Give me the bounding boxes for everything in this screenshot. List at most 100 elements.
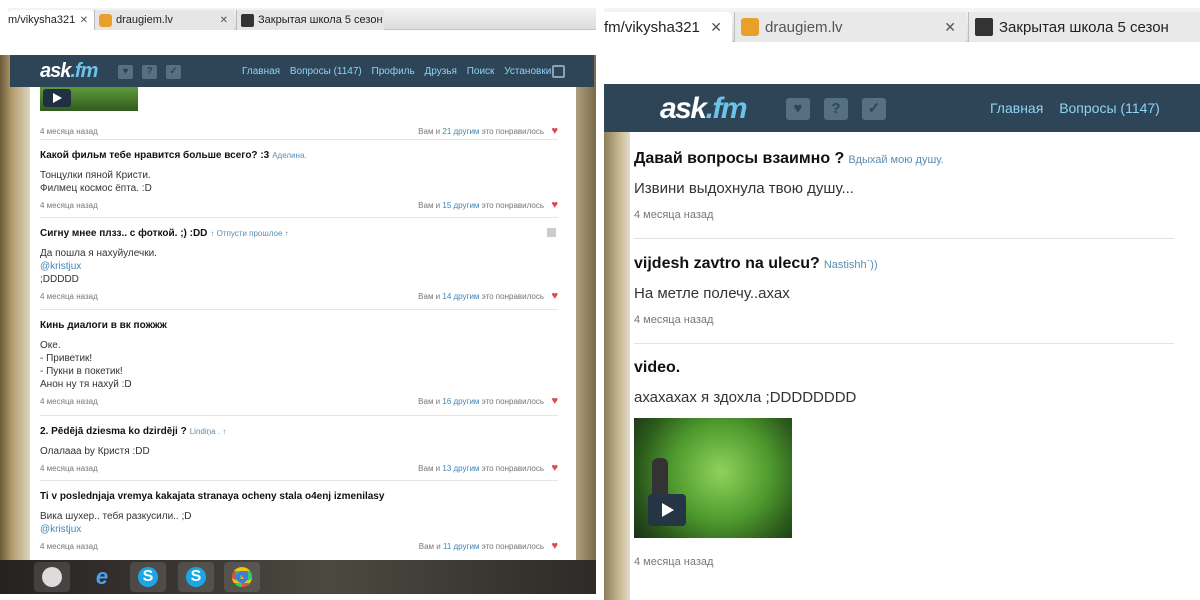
mention-link[interactable]: @kristjux (40, 523, 558, 536)
logout-icon[interactable] (552, 65, 565, 78)
question-text: vijdesh zavtro na ulecu? Nastishh`)) (634, 255, 878, 272)
play-icon[interactable] (648, 494, 686, 526)
nav-settings[interactable]: Установки (504, 66, 551, 77)
timestamp: 4 месяца назад (40, 201, 98, 210)
askfm-header: ask.fm ♥ ? ✓ Главная Вопросы (1147) Проф… (10, 55, 594, 87)
list-item: Сигну мнее плзз.. с фоткой. ;) :DD ↑ Отпу… (40, 228, 558, 304)
answer-meta: 4 месяца назад Вам и 14 другим это понра… (40, 291, 558, 304)
asker-link[interactable]: Lindiņa . ↑ (190, 427, 226, 436)
browser-tab-draugiem[interactable]: draugiem.lv ✕ (734, 12, 966, 42)
likes-link[interactable]: 16 другим (442, 397, 479, 406)
taskbar-button[interactable] (224, 562, 260, 592)
askfm-logo[interactable]: ask.fm (40, 60, 98, 83)
asker-link[interactable]: Nastishh`)) (824, 259, 878, 271)
internet-explorer-icon: e (95, 564, 109, 589)
divider (40, 309, 558, 310)
likes-text: Вам и 11 другим это понравилось (418, 542, 544, 551)
close-tab-icon[interactable]: ✕ (710, 19, 732, 36)
check-icon[interactable]: ✓ (166, 65, 181, 79)
chrome-icon (232, 567, 252, 587)
likes-text: Вам и 15 другим это понравилось (418, 201, 544, 210)
tab-title: m/vikysha321 (8, 14, 76, 26)
taskbar-button[interactable] (34, 562, 70, 592)
tab-title: Закрытая школа 5 сезон (999, 18, 1169, 36)
like-heart-icon[interactable]: ♥ (551, 126, 558, 137)
mention-link[interactable]: @kristjux (40, 260, 558, 273)
answer-meta: 4 месяца назад Вам и 15 другим это понра… (40, 200, 558, 213)
nav-questions[interactable]: Вопросы (1147) (290, 66, 362, 77)
asker-link[interactable]: Вдыхай мою душу. (848, 154, 943, 166)
heart-icon[interactable]: ♥ (786, 98, 810, 120)
likes-link[interactable]: 13 другим (442, 464, 479, 473)
question-text: Какой фильм тебе нравится больше всего? … (40, 150, 307, 161)
video-thumbnail[interactable] (40, 87, 138, 111)
asker-link[interactable]: Аделина. (272, 151, 306, 160)
bottom-gap (0, 594, 596, 600)
close-tab-icon[interactable]: ✕ (944, 19, 966, 36)
nav-home[interactable]: Главная (242, 66, 280, 77)
tab-title: Закрытая школа 5 сезон (258, 14, 383, 26)
taskbar-button[interactable]: S (178, 562, 214, 592)
main-nav: Главная Вопросы (1147) Профиль Друзья По… (242, 66, 558, 77)
browser-tab-bar: fm/vikysha321 ✕ draugiem.lv ✕ Закрытая ш… (604, 8, 1200, 42)
nav-questions[interactable]: Вопросы (1147) (1059, 100, 1160, 116)
draugiem-favicon-icon (99, 13, 112, 27)
question-text: 2. Pēdējā dziesma ko dzirdēji ? Lindiņa .… (40, 426, 227, 437)
taskbar-button[interactable]: S (130, 562, 166, 592)
check-icon[interactable]: ✓ (862, 98, 886, 120)
askfm-logo[interactable]: ask.fm (660, 92, 748, 126)
likes-link[interactable]: 15 другим (442, 201, 479, 210)
timestamp: 4 месяца назад (40, 542, 98, 551)
timestamp: 4 месяца назад (634, 209, 714, 221)
likes-text: Вам и 16 другим это понравилось (418, 397, 544, 406)
answer-text: ахахахах я здохла ;DDDDDDDD (634, 389, 857, 406)
likes-link[interactable]: 11 другим (443, 542, 479, 551)
report-flag-icon[interactable] (547, 228, 556, 237)
likes-text: Вам и 21 другим это понравилось (418, 127, 544, 136)
like-heart-icon[interactable]: ♥ (551, 396, 558, 407)
tab-title: draugiem.lv (765, 18, 843, 36)
likes-link[interactable]: 21 другим (442, 127, 479, 136)
question-icon[interactable]: ? (142, 65, 157, 79)
browser-tab-askfm[interactable]: m/vikysha321 ✕ (8, 10, 94, 30)
toolbar-area (8, 30, 596, 55)
close-tab-icon[interactable]: ✕ (80, 15, 94, 26)
heart-icon[interactable]: ♥ (118, 65, 133, 79)
list-item: 2. Pēdējā dziesma ko dzirdēji ? Lindiņa .… (40, 426, 558, 476)
play-icon[interactable] (43, 89, 71, 107)
likes-link[interactable]: 14 другим (442, 292, 479, 301)
likes-text: Вам и 14 другим это понравилось (418, 292, 544, 301)
answer-text: Извини выдохнула твою душу... (634, 180, 854, 197)
browser-tab-school[interactable]: Закрытая школа 5 сезон (968, 12, 1200, 42)
list-item: Давай вопросы взаимно ? Вдыхай мою душу. … (634, 150, 1174, 221)
list-item: Ti v poslednjaja vremya kakajata stranay… (40, 491, 558, 554)
browser-tab-school[interactable]: Закрытая школа 5 сезон ✕ (236, 10, 384, 30)
close-tab-icon[interactable]: ✕ (383, 15, 384, 26)
right-screenshot: fm/vikysha321 ✕ draugiem.lv ✕ Закрытая ш… (604, 0, 1200, 600)
video-thumbnail[interactable] (634, 418, 792, 538)
like-heart-icon[interactable]: ♥ (551, 291, 558, 302)
answer-text: Олалааа by Кристя :DD (40, 446, 150, 457)
timestamp: 4 месяца назад (634, 556, 714, 568)
divider (40, 217, 558, 218)
like-heart-icon[interactable]: ♥ (551, 541, 558, 552)
like-heart-icon[interactable]: ♥ (551, 200, 558, 211)
question-text: Ti v poslednjaja vremya kakajata stranay… (40, 491, 385, 502)
timestamp: 4 месяца назад (40, 464, 98, 473)
question-text: Сигну мнее плзз.. с фоткой. ;) :DD ↑ Отпу… (40, 228, 289, 239)
like-heart-icon[interactable]: ♥ (551, 463, 558, 474)
taskbar-button[interactable]: e (84, 562, 120, 592)
nav-home[interactable]: Главная (990, 100, 1043, 116)
nav-profile[interactable]: Профиль (372, 66, 415, 77)
asker-link[interactable]: ↑ Отпусти прошлое ↑ (210, 229, 288, 238)
nav-search[interactable]: Поиск (467, 66, 495, 77)
browser-tab-askfm[interactable]: fm/vikysha321 ✕ (604, 12, 732, 42)
page-favicon-icon (241, 13, 254, 27)
page-favicon-icon (975, 18, 993, 36)
nav-friends[interactable]: Друзья (424, 66, 456, 77)
question-icon[interactable]: ? (824, 98, 848, 120)
close-tab-icon[interactable]: ✕ (220, 15, 234, 26)
answer-meta: 4 месяца назад Вам и 11 другим это понра… (40, 541, 558, 554)
browser-tab-bar: m/vikysha321 ✕ draugiem.lv ✕ Закрытая шк… (8, 8, 596, 30)
browser-tab-draugiem[interactable]: draugiem.lv ✕ (94, 10, 234, 30)
